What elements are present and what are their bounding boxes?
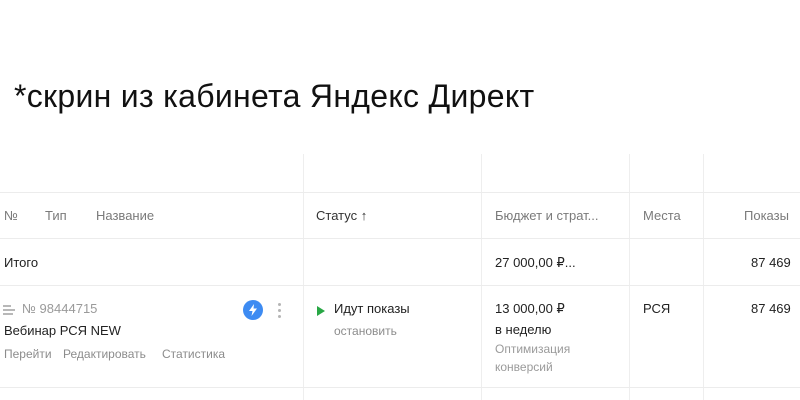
campaign-type-icon: [3, 305, 15, 315]
row-divider: [0, 238, 800, 239]
column-divider: [703, 154, 704, 400]
stop-link[interactable]: остановить: [334, 324, 397, 338]
column-divider: [629, 154, 630, 400]
lightning-icon[interactable]: [243, 300, 263, 320]
go-to-link[interactable]: Перейти: [4, 347, 52, 361]
column-header-budget[interactable]: Бюджет и страт...: [495, 208, 599, 223]
strategy-line: конверсий: [495, 360, 553, 374]
campaign-status: Идут показы: [334, 301, 410, 316]
campaign-name[interactable]: Вебинар РСЯ NEW: [4, 323, 121, 338]
campaign-impressions: 87 469: [751, 301, 791, 316]
statistics-link[interactable]: Статистика: [162, 347, 225, 361]
total-budget: 27 000,00 ₽...: [495, 255, 576, 270]
strategy-line: Оптимизация: [495, 342, 571, 356]
column-header-name[interactable]: Название: [96, 208, 154, 223]
play-status-icon: [317, 306, 325, 316]
column-header-places[interactable]: Места: [643, 208, 681, 223]
campaign-number: № 98444715: [22, 301, 98, 316]
row-divider: [0, 192, 800, 193]
total-label: Итого: [4, 255, 39, 270]
total-impressions: 87 469: [751, 255, 791, 270]
budget-period: в неделю: [495, 322, 552, 337]
column-header-status[interactable]: Статус ↑: [316, 208, 367, 223]
column-header-impressions[interactable]: Показы: [744, 208, 789, 223]
more-vertical-icon[interactable]: [274, 300, 284, 320]
row-divider: [0, 285, 800, 286]
edit-link[interactable]: Редактировать: [63, 347, 146, 361]
campaign-places: РСЯ: [643, 301, 671, 316]
column-divider: [481, 154, 482, 400]
row-divider: [0, 387, 800, 388]
column-header-number[interactable]: №: [4, 208, 18, 223]
column-header-type[interactable]: Тип: [45, 208, 67, 223]
column-divider: [303, 154, 304, 400]
campaigns-table: № Тип Название Статус ↑ Бюджет и страт..…: [0, 154, 800, 400]
campaign-budget: 13 000,00 ₽: [495, 301, 565, 316]
caption-title: *скрин из кабинета Яндекс Директ: [14, 78, 535, 114]
